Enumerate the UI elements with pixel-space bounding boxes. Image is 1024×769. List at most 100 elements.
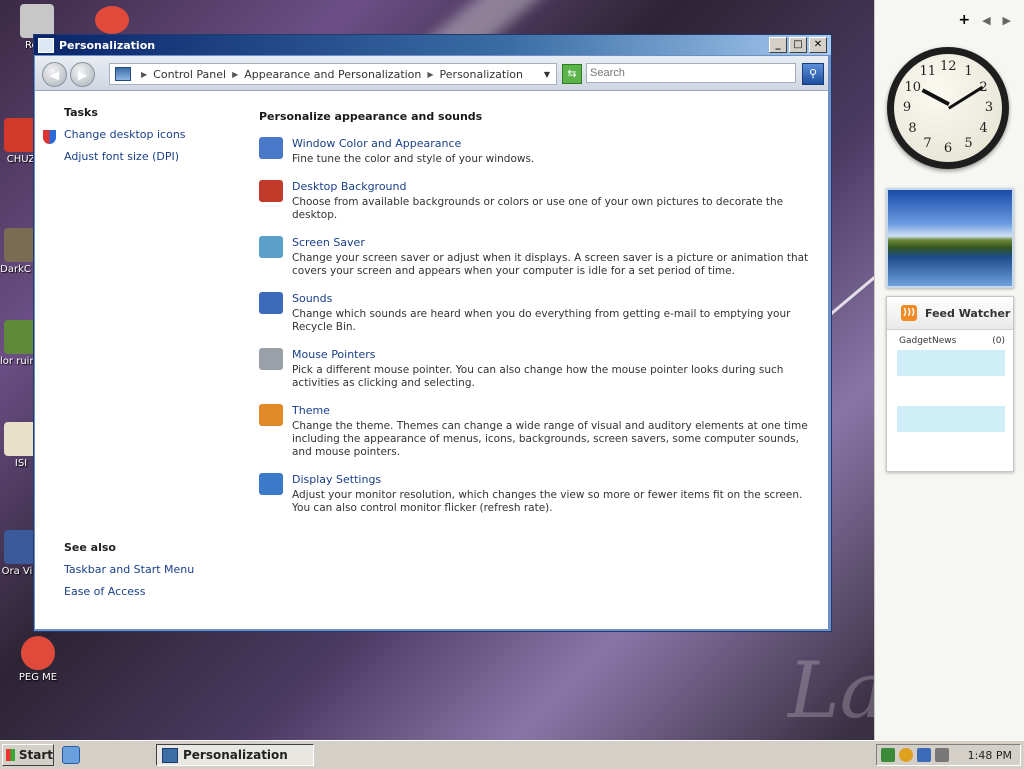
display-settings-link[interactable]: Display Settings	[292, 473, 819, 486]
screen-saver-link[interactable]: Screen Saver	[292, 236, 819, 249]
minimize-button[interactable]: _	[769, 37, 787, 53]
breadcrumb-separator-icon[interactable]: ▶	[232, 70, 238, 79]
recycle-bin-icon	[20, 4, 54, 38]
breadcrumb-appearance[interactable]: Appearance and Personalization	[244, 68, 421, 81]
breadcrumb-separator-icon[interactable]: ▶	[141, 70, 147, 79]
feed-source: GadgetNews	[899, 336, 957, 346]
main-heading: Personalize appearance and sounds	[259, 110, 483, 123]
clock-number: 5	[964, 135, 973, 151]
clock-gadget[interactable]: 12 1 2 3 4 5 6 7 8 9 10 11	[887, 47, 1009, 169]
breadcrumb-personalization[interactable]: Personalization	[440, 68, 523, 81]
control-panel-icon	[115, 67, 131, 81]
sounds-link[interactable]: Sounds	[292, 292, 819, 305]
breadcrumb-separator-icon[interactable]: ▶	[427, 70, 433, 79]
main-panel: Personalize appearance and sounds Window…	[259, 110, 819, 529]
clock-number: 11	[919, 64, 937, 80]
chevron-down-icon[interactable]: ▼	[544, 70, 550, 79]
item-description: Change the theme. Themes can change a wi…	[292, 420, 808, 458]
see-also-panel: See also Taskbar and Start Menu Ease of …	[64, 541, 194, 607]
list-item: Sounds Change which sounds are heard whe…	[259, 292, 819, 334]
breadcrumb-control-panel[interactable]: Control Panel	[153, 68, 226, 81]
rss-icon: )))	[901, 305, 917, 321]
see-also-heading: See also	[64, 541, 116, 554]
feed-header: ))) Feed Watcher	[887, 297, 1013, 330]
desktop-icon-label: ISI	[14, 458, 28, 469]
item-description: Adjust your monitor resolution, which ch…	[292, 489, 803, 514]
list-item: Display Settings Adjust your monitor res…	[259, 473, 819, 515]
refresh-button[interactable]: ⇆	[562, 64, 582, 84]
app-icon[interactable]	[95, 6, 129, 34]
feed-title: Feed Watcher	[925, 306, 1011, 320]
feed-count: (0)	[992, 336, 1005, 346]
content-pane: Tasks Change desktop icons Adjust font s…	[35, 91, 828, 629]
screen-saver-icon	[259, 236, 283, 258]
mouse-pointer-icon	[259, 348, 283, 370]
maximize-button[interactable]: □	[789, 37, 807, 53]
desktop-background-icon	[259, 180, 283, 202]
list-item: Screen Saver Change your screen saver or…	[259, 236, 819, 278]
mouse-pointers-link[interactable]: Mouse Pointers	[292, 348, 819, 361]
search-button[interactable]: ⚲	[802, 63, 824, 85]
feed-item[interactable]	[897, 378, 1005, 404]
refresh-icon: ⇆	[567, 67, 577, 80]
search-icon[interactable]	[899, 748, 913, 762]
search-input[interactable]	[586, 63, 796, 83]
clock-face: 12 1 2 3 4 5 6 7 8 9 10 11	[894, 54, 1002, 162]
add-gadget-button[interactable]: +	[958, 12, 970, 28]
next-page-button[interactable]: ▶	[1003, 14, 1011, 27]
clock-number: 6	[943, 141, 953, 156]
computer-icon[interactable]	[917, 748, 931, 762]
desktop-icon-peg-me[interactable]: PEG ME	[3, 636, 73, 683]
back-button[interactable]: ◀	[42, 62, 67, 87]
close-button[interactable]: ✕	[809, 37, 827, 53]
hour-hand	[921, 88, 950, 106]
volume-muted-icon[interactable]	[935, 748, 949, 762]
address-bar: ◀ ▶ ▶ Control Panel ▶ Appearance and Per…	[35, 56, 828, 91]
theme-link[interactable]: Theme	[292, 404, 819, 417]
desktop-background-link[interactable]: Desktop Background	[292, 180, 819, 193]
taskbar-start-menu-link[interactable]: Taskbar and Start Menu	[64, 563, 194, 576]
slideshow-gadget[interactable]	[886, 188, 1014, 288]
feed-item[interactable]	[897, 350, 1005, 376]
start-button[interactable]: Start	[2, 744, 54, 766]
control-panel-icon	[162, 747, 178, 763]
taskbar-item-label: Personalization	[183, 748, 288, 762]
window-titlebar[interactable]: Personalization _ □ ✕	[34, 35, 831, 55]
window-title: Personalization	[59, 38, 156, 52]
previous-page-button[interactable]: ◀	[982, 14, 990, 27]
personalization-window: Personalization _ □ ✕ ◀ ▶ ▶ Control Pane…	[33, 34, 832, 632]
list-item: Desktop Background Choose from available…	[259, 180, 819, 222]
item-description: Pick a different mouse pointer. You can …	[292, 364, 784, 389]
list-item: Theme Change the theme. Themes can chang…	[259, 404, 819, 459]
change-desktop-icons-link[interactable]: Change desktop icons	[64, 128, 186, 141]
search-icon: ⚲	[808, 67, 818, 80]
forward-arrow-icon: ▶	[77, 67, 88, 82]
control-panel-icon	[38, 37, 54, 53]
desktop-icon-label: CHUZ	[6, 154, 36, 165]
windows-logo-icon	[6, 749, 15, 761]
desktop-icon-label: PEG ME	[18, 672, 58, 683]
feed-watcher-gadget[interactable]: ))) Feed Watcher GadgetNews (0)	[886, 296, 1014, 472]
minute-hand	[948, 85, 984, 110]
feed-source-row[interactable]: GadgetNews (0)	[887, 330, 1013, 348]
peg-me-icon	[21, 636, 55, 670]
display-settings-icon	[259, 473, 283, 495]
item-description: Fine tune the color and style of your wi…	[292, 153, 535, 165]
taskbar-item-personalization[interactable]: Personalization	[156, 744, 314, 766]
forward-button[interactable]: ▶	[70, 62, 95, 87]
clock-number: 1	[964, 64, 973, 80]
network-icon[interactable]	[881, 748, 895, 762]
list-item: Window Color and Appearance Fine tune th…	[259, 137, 819, 166]
window-color-link[interactable]: Window Color and Appearance	[292, 137, 819, 150]
clock-number: 8	[908, 120, 917, 136]
item-description: Change which sounds are heard when you d…	[292, 308, 791, 333]
feed-item[interactable]	[897, 406, 1005, 432]
quick-launch-ie-icon[interactable]	[62, 746, 80, 764]
adjust-font-size-link[interactable]: Adjust font size (DPI)	[64, 150, 186, 163]
clock-time[interactable]: 1:48 PM	[968, 749, 1012, 762]
breadcrumb[interactable]: ▶ Control Panel ▶ Appearance and Persona…	[109, 63, 557, 85]
ease-of-access-link[interactable]: Ease of Access	[64, 585, 194, 598]
back-arrow-icon: ◀	[49, 67, 60, 82]
shield-icon	[43, 130, 56, 144]
clock-number: 7	[923, 135, 932, 151]
